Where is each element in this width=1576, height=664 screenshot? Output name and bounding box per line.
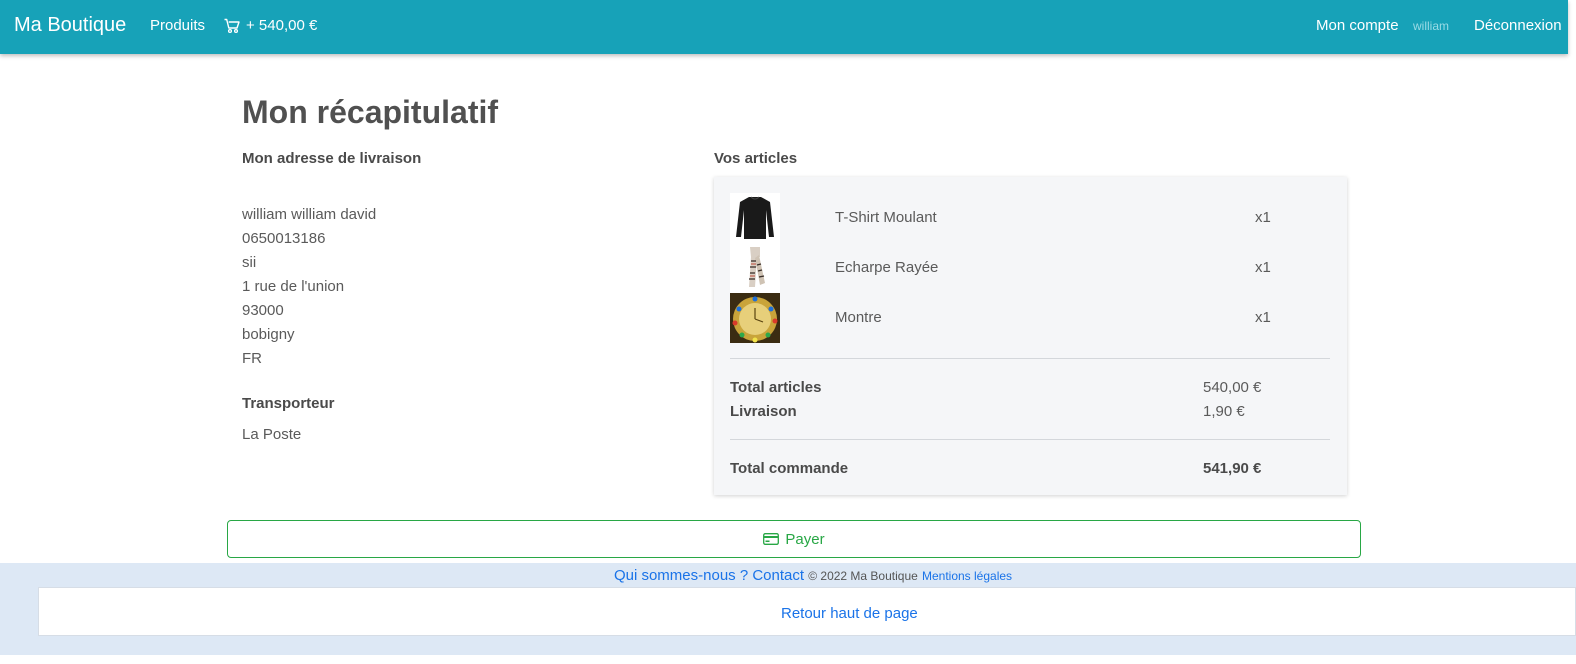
address-line: william william david: [242, 206, 377, 223]
address-line: 93000: [242, 302, 284, 319]
divider: [730, 439, 1330, 440]
item-qty: x1: [1255, 259, 1271, 276]
footer-copyright: © 2022 Ma Boutique: [808, 569, 918, 583]
address-line: 1 rue de l'union: [242, 278, 345, 295]
pay-button[interactable]: Payer: [227, 520, 1361, 558]
delivery-address: william william david 0650013186 sii 1 r…: [242, 203, 376, 371]
cart-icon: [224, 18, 240, 33]
address-line: sii: [242, 254, 257, 271]
page-title: Mon récapitulatif: [242, 94, 499, 130]
address-line: FR: [242, 350, 262, 367]
order-summary-card: T-Shirt Moulant x1 Echarpe Rayée x1 Mont…: [714, 177, 1347, 495]
footer-contact-link[interactable]: Contact: [752, 567, 804, 584]
carrier-name: La Poste: [242, 426, 302, 443]
livraison-label: Livraison: [730, 403, 797, 420]
footer-legal-link[interactable]: Mentions légales: [922, 569, 1012, 583]
footer-links: Qui sommes-nous ? Contact © 2022 Ma Bout…: [0, 567, 1576, 584]
list-item: T-Shirt Moulant x1: [730, 193, 1330, 243]
pay-button-label: Payer: [785, 530, 825, 548]
brand-logo-link[interactable]: Ma Boutique: [14, 14, 126, 37]
item-name: Montre: [835, 309, 882, 326]
item-qty: x1: [1255, 309, 1271, 326]
back-to-top-box: Retour haut de page: [38, 587, 1576, 636]
item-name: T-Shirt Moulant: [835, 209, 937, 226]
scarf-image: [730, 243, 780, 293]
nav-account-link[interactable]: Mon compte: [1316, 17, 1399, 34]
address-heading: Mon adresse de livraison: [242, 150, 422, 167]
nav-cart-link[interactable]: + 540,00 €: [224, 17, 317, 34]
item-qty: x1: [1255, 209, 1271, 226]
nav-logout-link[interactable]: Déconnexion: [1474, 17, 1562, 34]
footer: Qui sommes-nous ? Contact © 2022 Ma Bout…: [0, 563, 1576, 655]
total-commande-label: Total commande: [730, 460, 849, 477]
product-thumbnail: [730, 293, 780, 343]
shirt-image: [730, 193, 780, 243]
watch-image: [730, 293, 780, 343]
address-line: bobigny: [242, 326, 295, 343]
cart-total: + 540,00 €: [246, 17, 318, 34]
footer-about-link[interactable]: Qui sommes-nous ?: [614, 567, 748, 584]
total-articles-label: Total articles: [730, 379, 822, 396]
nav-username: william: [1413, 19, 1449, 33]
articles-heading: Vos articles: [714, 150, 798, 167]
nav-produits-link[interactable]: Produits: [150, 17, 205, 34]
product-thumbnail: [730, 193, 780, 243]
address-line: 0650013186: [242, 230, 326, 247]
list-item: Montre x1: [730, 293, 1330, 343]
credit-card-icon: [763, 533, 780, 545]
carrier-heading: Transporteur: [242, 395, 335, 412]
product-thumbnail: [730, 243, 780, 293]
total-commande-value: 541,90 €: [1203, 460, 1262, 477]
divider: [730, 358, 1330, 359]
livraison-value: 1,90 €: [1203, 403, 1245, 420]
top-navbar: Ma Boutique Produits + 540,00 € Mon comp…: [0, 0, 1568, 54]
list-item: Echarpe Rayée x1: [730, 243, 1330, 293]
item-name: Echarpe Rayée: [835, 259, 939, 276]
back-to-top-link[interactable]: Retour haut de page: [781, 605, 918, 622]
total-articles-value: 540,00 €: [1203, 379, 1262, 396]
